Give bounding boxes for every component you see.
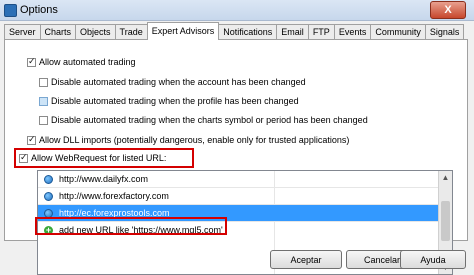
- allow-webrequest-checkbox[interactable]: [19, 152, 28, 163]
- scroll-up-icon[interactable]: ▲: [439, 171, 452, 184]
- help-button[interactable]: Ayuda: [400, 250, 466, 269]
- disable-symbol-changed-checkbox[interactable]: [39, 115, 48, 125]
- url-list-item[interactable]: http://www.forexfactory.com: [38, 188, 438, 205]
- allow-webrequest-label: Allow WebRequest for listed URL:: [31, 153, 167, 163]
- disable-account-changed-label: Disable automated trading when the accou…: [51, 77, 306, 87]
- disable-profile-changed-checkbox[interactable]: [39, 96, 48, 106]
- disable-account-changed-option[interactable]: Disable automated trading when the accou…: [39, 77, 306, 87]
- tab-signals[interactable]: Signals: [424, 24, 465, 40]
- allow-automated-trading-label: Allow automated trading: [39, 57, 136, 67]
- globe-icon: [44, 174, 53, 184]
- allow-dll-imports-checkbox[interactable]: [27, 134, 36, 145]
- tab-ftp[interactable]: FTP: [307, 24, 335, 40]
- tab-expert-advisors[interactable]: Expert Advisors: [146, 22, 220, 40]
- allow-automated-trading-checkbox[interactable]: [27, 56, 36, 67]
- expert-advisors-panel: Allow automated trading Disable automate…: [4, 39, 468, 275]
- tab-server[interactable]: Server: [4, 24, 41, 40]
- scrollbar-thumb[interactable]: [441, 201, 450, 241]
- tab-objects[interactable]: Objects: [75, 24, 116, 40]
- tab-events[interactable]: Events: [333, 24, 372, 40]
- allow-automated-trading-option[interactable]: Allow automated trading: [27, 56, 136, 67]
- ok-button[interactable]: Aceptar: [270, 250, 342, 269]
- allow-webrequest-option[interactable]: Allow WebRequest for listed URL:: [19, 152, 167, 163]
- window-title: Options: [20, 4, 58, 16]
- globe-icon: [44, 191, 53, 201]
- tab-bar: Server Charts Objects Trade Expert Advis…: [4, 22, 465, 40]
- close-button[interactable]: X: [430, 1, 466, 19]
- title-bar: Options X: [0, 0, 474, 21]
- tab-charts[interactable]: Charts: [39, 24, 77, 40]
- url-text: http://www.forexfactory.com: [59, 191, 169, 201]
- tab-notifications[interactable]: Notifications: [218, 24, 278, 40]
- tab-trade[interactable]: Trade: [114, 24, 148, 40]
- tab-community[interactable]: Community: [370, 24, 426, 40]
- disable-profile-changed-label: Disable automated trading when the profi…: [51, 96, 299, 106]
- disable-profile-changed-option[interactable]: Disable automated trading when the profi…: [39, 96, 299, 106]
- url-text: http://www.dailyfx.com: [59, 174, 149, 184]
- app-icon: [4, 4, 17, 17]
- add-url-highlight-box: [35, 217, 227, 235]
- tab-email[interactable]: Email: [276, 24, 309, 40]
- url-list-item[interactable]: http://www.dailyfx.com: [38, 171, 438, 188]
- disable-account-changed-checkbox[interactable]: [39, 77, 48, 87]
- disable-symbol-changed-label: Disable automated trading when the chart…: [51, 115, 368, 125]
- allow-dll-imports-option[interactable]: Allow DLL imports (potentially dangerous…: [27, 134, 350, 145]
- disable-symbol-changed-option[interactable]: Disable automated trading when the chart…: [39, 115, 368, 125]
- allow-dll-imports-label: Allow DLL imports (potentially dangerous…: [39, 135, 350, 145]
